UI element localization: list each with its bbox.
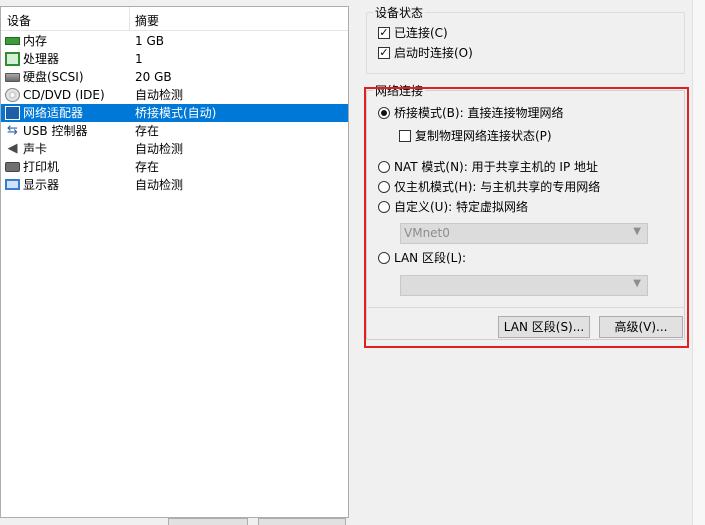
device-row-printer[interactable]: 打印机 存在 (1, 158, 348, 176)
device-summary: 1 GB (135, 34, 164, 48)
device-summary: 1 (135, 52, 143, 66)
device-name: 处理器 (23, 52, 60, 66)
device-name: 显示器 (23, 178, 60, 192)
device-row-processor[interactable]: 处理器 1 (1, 50, 348, 68)
device-row-memory[interactable]: 内存 1 GB (1, 32, 348, 50)
device-name: 硬盘(SCSI) (23, 70, 84, 84)
sound-card-icon: ◀ (7, 141, 18, 156)
device-status-group: 设备状态 (366, 6, 685, 74)
scrollbar[interactable] (692, 0, 705, 525)
device-name: 声卡 (23, 142, 48, 156)
device-summary: 自动检测 (135, 88, 184, 102)
processor-icon (5, 52, 20, 66)
column-divider[interactable] (129, 7, 130, 31)
device-row-hard-disk[interactable]: 硬盘(SCSI) 20 GB (1, 68, 348, 86)
device-name: 内存 (23, 34, 48, 48)
connected-checkbox[interactable]: ✓ (378, 27, 390, 39)
device-name: CD/DVD (IDE) (23, 88, 105, 102)
network-adapter-icon (5, 106, 20, 120)
device-name: 网络适配器 (23, 106, 84, 120)
device-name: 打印机 (23, 160, 60, 174)
device-summary: 存在 (135, 160, 160, 174)
usb-icon: ⇆ (7, 123, 18, 138)
device-summary: 桥接模式(自动) (135, 106, 217, 120)
device-status-title: 设备状态 (373, 6, 426, 20)
cd-dvd-icon (5, 88, 20, 102)
device-summary: 20 GB (135, 70, 172, 84)
memory-icon (5, 37, 20, 45)
column-header-summary[interactable]: 摘要 (135, 12, 159, 29)
display-icon (5, 179, 20, 190)
hard-disk-icon (5, 73, 20, 82)
device-row-display[interactable]: 显示器 自动检测 (1, 176, 348, 194)
connected-label[interactable]: 已连接(C) (394, 25, 448, 41)
device-summary: 存在 (135, 124, 160, 138)
device-list-header: 设备 摘要 (1, 7, 348, 31)
connect-on-power-label[interactable]: 启动时连接(O) (394, 45, 473, 61)
column-header-device[interactable]: 设备 (7, 12, 31, 29)
connect-on-power-checkbox[interactable]: ✓ (378, 47, 390, 59)
device-row-usb-controller[interactable]: ⇆ USB 控制器 存在 (1, 122, 348, 140)
device-list[interactable]: 设备 摘要 内存 1 GB 处理器 1 硬盘(SCSI) 20 GB CD/DV… (0, 6, 349, 518)
device-row-cd-dvd[interactable]: CD/DVD (IDE) 自动检测 (1, 86, 348, 104)
remove-button[interactable] (258, 518, 346, 525)
device-summary: 自动检测 (135, 178, 184, 192)
printer-icon (5, 162, 20, 172)
device-row-network-adapter[interactable]: 网络适配器 桥接模式(自动) (1, 104, 348, 122)
device-summary: 自动检测 (135, 142, 184, 156)
device-row-sound-card[interactable]: ◀ 声卡 自动检测 (1, 140, 348, 158)
add-button[interactable] (168, 518, 248, 525)
device-name: USB 控制器 (23, 124, 88, 138)
highlight-annotation (364, 87, 689, 348)
